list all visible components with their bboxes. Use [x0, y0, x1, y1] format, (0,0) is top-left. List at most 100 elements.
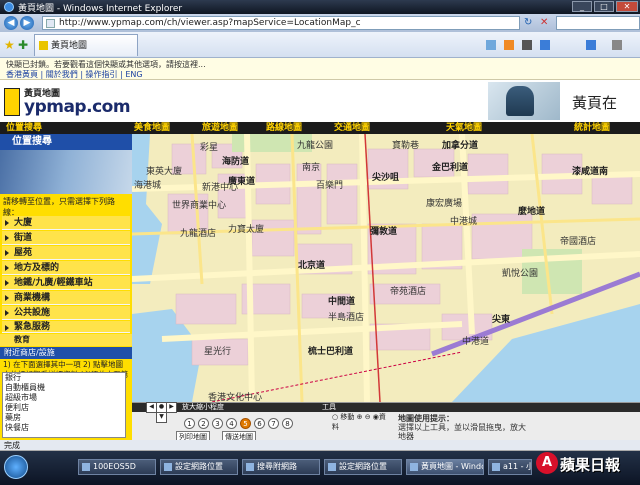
list-item[interactable]: 藥房 — [5, 413, 125, 423]
pan-right-icon[interactable]: ▶ — [166, 402, 177, 413]
map-label: 九龍公園 — [297, 141, 334, 151]
sidebar-item-label: 街道 — [14, 233, 33, 243]
arrow-right-icon — [5, 265, 9, 271]
nav-transport-map[interactable]: 交通地圖 — [334, 122, 370, 134]
zoom-in-icon[interactable]: ⊕ — [357, 413, 363, 421]
refresh-icon[interactable]: ↻ — [524, 17, 536, 29]
zoom-label: 放大縮小程度 — [182, 403, 224, 411]
zoom-level-3[interactable]: 3 — [212, 418, 223, 429]
page-menu-icon[interactable] — [540, 40, 550, 50]
tools-icon[interactable] — [612, 40, 622, 50]
zoom-level-8[interactable]: 8 — [282, 418, 293, 429]
sidebar-item-business[interactable]: 商業機構 — [2, 291, 130, 305]
map-label: 帝國酒店 — [560, 237, 597, 247]
taskbar-item[interactable]: 設定網路位置 — [160, 459, 238, 475]
sidebar-item-emergency[interactable]: 緊急服務 — [2, 321, 130, 333]
folder-icon — [82, 463, 90, 471]
sidebar-item-public-facilities[interactable]: 公共設施 — [2, 306, 130, 320]
taskbar-item-label: 設定網路位置 — [339, 462, 387, 471]
nav-weather-map[interactable]: 天氣地圖 — [446, 122, 482, 134]
sidebar-item-education[interactable]: 教育 — [0, 334, 132, 346]
popup-info-bar[interactable]: 快顯已封鎖。若要觀看這個快顯或其他選項，請按這裡... 香港黃頁 | 關於我們 … — [0, 58, 640, 80]
internet-explorer-icon — [4, 2, 14, 12]
forward-arrow-icon[interactable]: ▶ — [20, 16, 34, 30]
tab-active[interactable]: 黃頁地圖 — [34, 34, 138, 56]
window-icon — [246, 463, 254, 471]
arrow-right-icon — [5, 310, 9, 316]
zoom-level-6[interactable]: 6 — [254, 418, 265, 429]
arrow-right-icon — [5, 220, 9, 226]
map-label: 中間道 — [328, 297, 356, 307]
nav-route-map[interactable]: 路線地圖 — [266, 122, 302, 134]
map-label: 東英大廈 — [146, 167, 183, 177]
taskbar-item[interactable]: a11 - 小畫 — [488, 459, 532, 475]
nearby-listbox[interactable]: 銀行 自動櫃員機 超級市場 便利店 藥房 快餐店 — [2, 372, 126, 438]
taskbar-item-label: 搜尋附網路 — [257, 462, 297, 471]
zoom-out-icon[interactable]: ⊖ — [365, 413, 371, 421]
sidebar-item-label: 商業機構 — [14, 293, 51, 303]
site-links-row[interactable]: 香港黃頁 | 關於我們 | 操作指引 | ENG — [6, 69, 143, 80]
ie-icon — [410, 463, 418, 471]
page-icon — [46, 19, 55, 28]
taskbar-item-label: 100EOS5D — [93, 462, 136, 471]
sidebar-item-street[interactable]: 街道 — [2, 231, 130, 245]
site-favicon-icon — [39, 41, 48, 50]
minimize-button[interactable]: _ — [572, 1, 592, 12]
nav-travel-map[interactable]: 旅遊地圖 — [202, 122, 238, 134]
home-icon[interactable] — [486, 40, 496, 50]
nav-food-map[interactable]: 美食地圖 — [134, 122, 170, 134]
zoom-level-2[interactable]: 2 — [198, 418, 209, 429]
sidebar-item-landmark[interactable]: 地方及標的 — [2, 261, 130, 275]
address-bar[interactable]: http://www.ypmap.com/ch/viewer.asp?mapSe… — [42, 16, 520, 30]
map-label: 寶勒巷 — [392, 141, 420, 151]
search-input[interactable] — [556, 16, 640, 30]
address-url: http://www.ypmap.com/ch/viewer.asp?mapSe… — [59, 18, 361, 28]
add-favorite-icon[interactable]: ✚ — [18, 38, 30, 52]
sidebar-header: 位置搜尋 — [0, 134, 132, 150]
sidebar-item-label: 教育 — [14, 335, 30, 344]
hint-text: 選擇以上工具，並以滑鼠拖曳，放大地器 — [398, 423, 526, 441]
radio-move[interactable]: ○ — [332, 413, 338, 421]
list-item[interactable]: 快餐店 — [5, 423, 125, 433]
print-icon[interactable] — [522, 40, 532, 50]
close-button[interactable]: ✕ — [616, 1, 638, 12]
taskbar-item[interactable]: 搜尋附網路 — [242, 459, 320, 475]
map-label: 海防道 — [222, 157, 250, 167]
taskbar-item-active[interactable]: 黃頁地圖 - Window... — [406, 459, 484, 475]
nav-location-search[interactable]: 位置搜尋 — [6, 122, 42, 134]
zoom-level-1[interactable]: 1 — [184, 418, 195, 429]
hint-title: 地圖使用提示： — [398, 414, 454, 423]
map-canvas[interactable]: 九龍公園 尖沙咀 寶勒巷 新港中心 九龍酒店 海港城 力寶太廈 北京道 中間道 … — [132, 134, 640, 402]
start-button[interactable] — [4, 455, 28, 479]
map-label: 百樂門 — [316, 181, 344, 191]
map-label: 中港道 — [462, 337, 490, 347]
map-label: 彌敦道 — [370, 227, 398, 237]
list-item[interactable]: 銀行 — [5, 373, 125, 383]
zoom-level-5[interactable]: 5 — [240, 418, 251, 429]
sidebar-item-estate[interactable]: 屋苑 — [2, 246, 130, 260]
controls-header-bar: 移動 放大縮小程度 工具 — [132, 403, 640, 412]
ypmap-logo[interactable]: 黃頁地圖 ypmap.com — [4, 86, 131, 120]
map-label: 北京道 — [298, 261, 326, 271]
arrow-right-icon — [5, 250, 9, 256]
zoom-level-4[interactable]: 4 — [226, 418, 237, 429]
maximize-button[interactable]: □ — [594, 1, 614, 12]
sidebar-item-building[interactable]: 大廈 — [2, 216, 130, 230]
help-icon[interactable] — [586, 40, 596, 50]
map-label: 帝苑酒店 — [390, 287, 427, 297]
taskbar-item[interactable]: 設定網路位置 — [324, 459, 402, 475]
zoom-level-7[interactable]: 7 — [268, 418, 279, 429]
list-item[interactable]: 超級市場 — [5, 393, 125, 403]
nav-statistics-map[interactable]: 統計地圖 — [574, 122, 610, 134]
window-title-bar: 黃頁地圖 - Windows Internet Explorer _ □ ✕ — [0, 0, 640, 14]
feeds-icon[interactable] — [504, 40, 514, 50]
pan-down-icon[interactable]: ▼ — [156, 412, 167, 423]
favorites-star-icon[interactable]: ★ — [4, 38, 16, 52]
sidebar-item-station[interactable]: 地鐵/九廣/輕鐵車站 — [2, 276, 130, 290]
list-item[interactable]: 自動櫃員機 — [5, 383, 125, 393]
back-arrow-icon[interactable]: ◀ — [4, 16, 18, 30]
folder-icon — [164, 463, 172, 471]
taskbar-item[interactable]: 100EOS5D — [78, 459, 156, 475]
list-item[interactable]: 便利店 — [5, 403, 125, 413]
stop-icon[interactable]: ✕ — [540, 17, 552, 29]
